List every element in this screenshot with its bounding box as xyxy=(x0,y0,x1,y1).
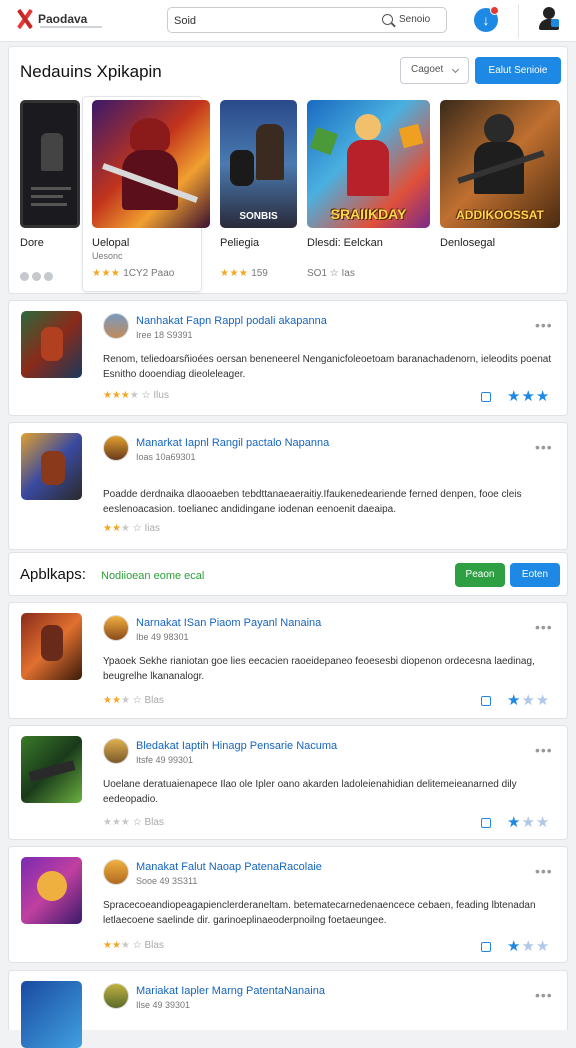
search-input[interactable] xyxy=(174,12,374,29)
more-options-icon[interactable]: ••• xyxy=(535,619,553,635)
notification-badge xyxy=(490,6,499,15)
apps-title: Apblkaps: xyxy=(20,566,86,583)
logo-text: Paodava xyxy=(38,12,88,26)
featured-banner: SONBIS xyxy=(239,211,278,222)
item-rating: ★★★ ☆ Blas xyxy=(103,940,164,951)
primary-action-button[interactable]: Ealut Senioie xyxy=(475,57,561,84)
app-thumbnail xyxy=(21,736,82,803)
item-description: Spracecoeandiopeagapienclerderaneltam. b… xyxy=(103,900,536,926)
item-subtitle: Ibe 49 98301 xyxy=(136,632,189,642)
featured-item[interactable]: SRAIIKDAY Dlesdi: Eelckan SO1 ☆ Ias xyxy=(307,100,430,295)
item-title-link[interactable]: Manakat Falut Naoap PatenaRacolaie xyxy=(136,861,322,873)
green-action-button[interactable]: Peaon xyxy=(455,563,505,587)
item-title-link[interactable]: Bledakat Iaptih Hinagp Pensarie Nacuma xyxy=(136,740,337,752)
more-options-icon[interactable]: ••• xyxy=(535,987,553,1003)
rating-count: 159 xyxy=(251,268,268,279)
item-subtitle: Itsfe 49 99301 xyxy=(136,755,194,765)
featured-item[interactable]: Uelopal Uesonc ★★★ 1CY2 Paao xyxy=(92,100,210,295)
apps-tag[interactable]: Nodiioean eome ecal xyxy=(101,570,204,582)
featured-subtitle: Uesonc xyxy=(92,251,123,261)
share-icon[interactable] xyxy=(481,696,491,706)
rating-count: 1CY2 Paao xyxy=(123,268,175,279)
category-select[interactable]: Cagoet xyxy=(400,57,469,84)
more-options-icon[interactable]: ••• xyxy=(535,317,553,333)
featured-name: Peliegia xyxy=(220,237,260,249)
app-thumbnail xyxy=(21,613,82,680)
item-title-link[interactable]: Mariakat Iapler Marng PatentaNanaina xyxy=(136,985,325,997)
carousel-dots[interactable] xyxy=(20,272,56,284)
item-subtitle: Ioas 10a69301 xyxy=(136,452,196,462)
more-options-icon[interactable]: ••• xyxy=(535,742,553,758)
app-thumbnail xyxy=(21,857,82,924)
search-button[interactable]: Senoio xyxy=(399,14,430,25)
item-rating: ★★★ ☆ Iias xyxy=(103,523,160,534)
item-description: Uoelane deratuaienapece Ilao ole Ipler o… xyxy=(103,779,517,805)
featured-item[interactable]: ADDIKOOSSAT Denlosegal xyxy=(440,100,560,295)
featured-name: Denlosegal xyxy=(440,237,496,249)
rating-stars: ★★★ xyxy=(92,268,121,279)
more-options-icon[interactable]: ••• xyxy=(535,863,553,879)
list-item[interactable]: Manarkat Iapnl Rangil pactalo Napanna Io… xyxy=(8,422,568,550)
blue-action-button[interactable]: Eoten xyxy=(510,563,560,587)
apps-section-header: Apblkaps: Nodiioean eome ecal Peaon Eote… xyxy=(8,552,568,596)
app-thumbnail xyxy=(21,981,82,1048)
item-rating: ★★★ ☆ Blas xyxy=(103,817,164,828)
search-bar[interactable]: Senoio xyxy=(167,7,447,33)
bell-icon: ↓ xyxy=(482,12,490,28)
avatar xyxy=(103,983,129,1009)
featured-name: Dlesdi: Eelckan xyxy=(307,237,383,249)
item-title-link[interactable]: Nanhakat Fapn Rappl podali akapanna xyxy=(136,315,327,327)
list-item[interactable]: Manakat Falut Naoap PatenaRacolaie Sooe … xyxy=(8,846,568,963)
rate-stars[interactable]: ★★★ xyxy=(507,813,550,831)
chevron-down-icon xyxy=(451,65,460,74)
notifications-button[interactable]: ↓ xyxy=(474,6,499,32)
item-subtitle: Iree 18 S9391 xyxy=(136,330,193,340)
avatar xyxy=(103,738,129,764)
item-subtitle: Sooe 49 3S311 xyxy=(136,876,198,886)
avatar xyxy=(103,435,129,461)
item-description: Poadde derdnaika dlaooaeben tebdttanaeae… xyxy=(103,489,522,515)
featured-banner: SRAIIKDAY xyxy=(330,206,407,222)
item-rating: ★★★ ☆ Blas xyxy=(103,695,164,706)
top-bar: Paodava Senoio ↓ xyxy=(0,0,576,42)
rate-stars[interactable]: ★★★ xyxy=(507,691,550,709)
avatar xyxy=(103,313,129,339)
featured-thumbnail xyxy=(92,100,210,228)
list-item[interactable]: Bledakat Iaptih Hinagp Pensarie Nacuma I… xyxy=(8,725,568,840)
rate-stars[interactable]: ★★★ xyxy=(507,937,550,955)
featured-thumbnail: ADDIKOOSSAT xyxy=(440,100,560,228)
item-description: Renom, teliedoarsñioées oersan beneneere… xyxy=(103,354,552,380)
item-subtitle: Ilse 49 39301 xyxy=(136,1000,191,1010)
user-avatar-icon[interactable] xyxy=(537,7,561,31)
share-icon[interactable] xyxy=(481,942,491,952)
app-thumbnail xyxy=(21,311,82,378)
avatar xyxy=(103,859,129,885)
more-options-icon[interactable]: ••• xyxy=(535,439,553,455)
rate-stars[interactable]: ★★★ xyxy=(507,387,550,405)
item-description: Ypaoek Sekhe rianiotan goe lies eecacien… xyxy=(103,656,535,682)
list-item[interactable]: Mariakat Iapler Marng PatentaNanaina Ils… xyxy=(8,970,568,1048)
featured-thumbnail: SONBIS xyxy=(220,100,297,228)
featured-thumbnail xyxy=(20,100,80,228)
rating-count: SO1 ☆ Ias xyxy=(307,268,355,279)
search-icon[interactable] xyxy=(382,14,393,25)
rating-stars: ★★★ xyxy=(220,268,249,279)
list-item[interactable]: Nanhakat Fapn Rappl podali akapanna Iree… xyxy=(8,300,568,416)
item-title-link[interactable]: Narnakat ISan Piaom Payanl Nanaina xyxy=(136,617,321,629)
featured-name: Dore xyxy=(20,237,44,249)
item-title-link[interactable]: Manarkat Iapnl Rangil pactalo Napanna xyxy=(136,437,329,449)
list-item[interactable]: Narnakat ISan Piaom Payanl Nanaina Ibe 4… xyxy=(8,602,568,719)
item-rating: ★★★★ ☆ Ilus xyxy=(103,390,169,401)
share-icon[interactable] xyxy=(481,818,491,828)
featured-title: Nedauins Xpikapin xyxy=(20,62,162,81)
avatar xyxy=(103,615,129,641)
logo-icon xyxy=(16,10,34,28)
featured-banner: ADDIKOOSSAT xyxy=(456,208,544,222)
featured-thumbnail: SRAIIKDAY xyxy=(307,100,430,228)
app-thumbnail xyxy=(21,433,82,500)
share-icon[interactable] xyxy=(481,392,491,402)
featured-name: Uelopal xyxy=(92,237,130,249)
app-logo[interactable]: Paodava xyxy=(16,10,102,28)
